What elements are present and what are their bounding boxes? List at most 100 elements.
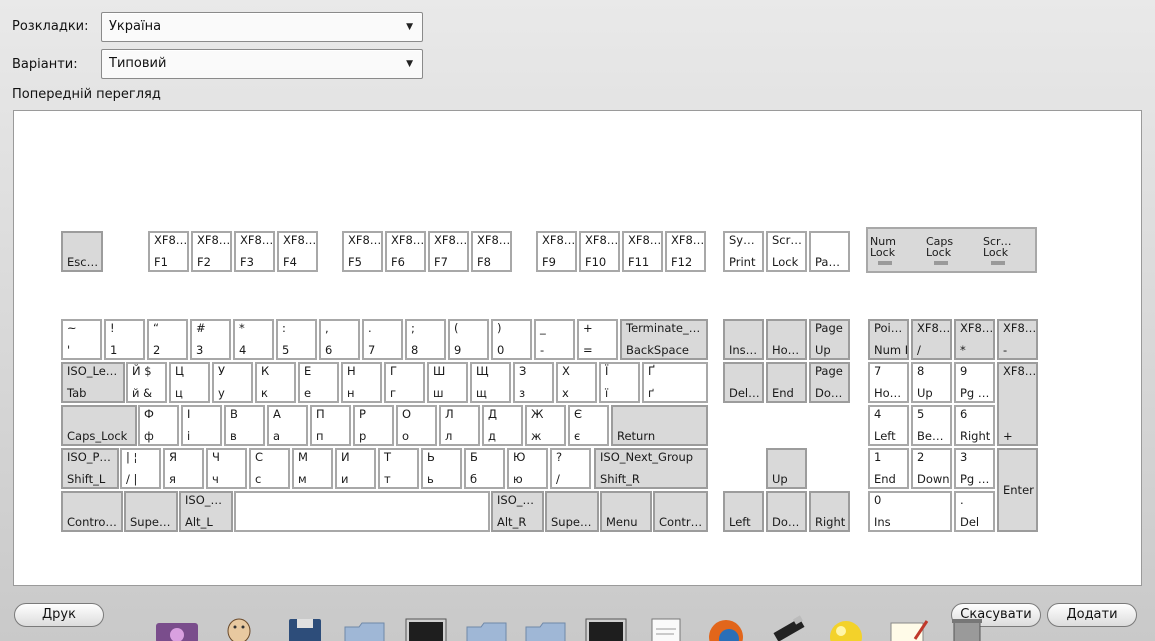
key-lower-label: Do… (815, 386, 843, 400)
terminal-icon[interactable] (583, 613, 629, 641)
screenshot-app-icon[interactable] (154, 613, 200, 641)
key-upper-label: В (230, 407, 238, 421)
key-upper-label: 7 (874, 364, 882, 378)
keyboard-key: Пп (310, 405, 351, 446)
key-lower-label: й & (132, 386, 153, 400)
keyboard-key: Enter (997, 448, 1038, 532)
key-upper-label: Х (562, 364, 570, 378)
keyboard-key: Шш (427, 362, 468, 403)
keyboard-key: Мм (292, 448, 333, 489)
key-lower-label: Contr… (659, 515, 703, 529)
keyboard-key: XF8… / (911, 319, 952, 360)
key-lower-label: Down (917, 472, 950, 486)
keyboard-key: Pa… (809, 231, 850, 272)
key-upper-label: Ж (531, 407, 544, 421)
terminal-icon[interactable] (403, 613, 449, 641)
key-upper-label: XF8… (917, 321, 951, 335)
keyboard-key: Page Up (809, 319, 850, 360)
key-upper-label: ~ (67, 321, 77, 335)
key-lower-label: х (562, 386, 569, 400)
key-lower-label: F5 (348, 255, 362, 269)
keyboard-key: #3 (190, 319, 231, 360)
keyboard-key: Дд (482, 405, 523, 446)
notepad-icon[interactable] (885, 613, 931, 641)
key-upper-label: Є (574, 407, 583, 421)
keyboard-key: ; 8 (405, 319, 446, 360)
key-lower-label: F9 (542, 255, 556, 269)
key-lower-label: я (169, 472, 176, 486)
keyboard-key: XF8… F12 (665, 231, 706, 272)
key-upper-label: _ (540, 321, 546, 335)
usb-drive-icon[interactable] (764, 613, 810, 641)
key-upper-label: С (255, 450, 264, 464)
dog-mascot-icon[interactable] (216, 613, 262, 641)
key-lower-label: ж (531, 429, 542, 443)
keyboard-key: XF8… F1 (148, 231, 189, 272)
keyboard-key: Уу (212, 362, 253, 403)
key-upper-label: 3 (960, 450, 968, 464)
keyboard-preview: Num Lock Caps Lock Scr… Lock Esc… XF8… F1 XF8…… (13, 110, 1142, 586)
key-upper-label: 4 (874, 407, 882, 421)
key-upper-label: . (960, 493, 964, 507)
key-upper-label: Scr… (772, 233, 802, 247)
key-lower-label: / | (126, 472, 138, 486)
key-lower-label: Pa… (815, 255, 840, 269)
key-upper-label: ( (454, 321, 459, 335)
keyboard-key: Ins… (723, 319, 764, 360)
key-upper-label: О (402, 407, 412, 421)
key-lower-label: м (298, 472, 307, 486)
keyboard-key: ISO_Le… Tab (61, 362, 125, 403)
key-lower-label: і (187, 429, 191, 443)
folder-icon[interactable] (342, 613, 388, 641)
firefox-icon[interactable] (703, 613, 749, 641)
key-lower-label: * (960, 343, 966, 357)
keyboard-key: Contr… (653, 491, 708, 532)
key-upper-label: Е (304, 364, 312, 378)
key-lower-label: F12 (671, 255, 693, 269)
print-button[interactable]: Друк (14, 603, 104, 627)
key-upper-label: XF8… (434, 233, 468, 247)
key-lower-label: Right (815, 515, 846, 529)
key-upper-label: Л (445, 407, 454, 421)
key-lower-label: у (218, 386, 225, 400)
key-upper-label: 6 (960, 407, 968, 421)
key-upper-label: XF8… (348, 233, 382, 247)
layouts-combo[interactable]: Україна ▼ (101, 12, 423, 42)
bulb-icon[interactable] (823, 613, 869, 641)
keyboard-key: Фф (138, 405, 179, 446)
add-button[interactable]: Додати (1047, 603, 1137, 627)
key-lower-label: Contro… (67, 515, 117, 529)
keyboard-key: Do… (766, 491, 807, 532)
keyboard-key: | ¦ / | (120, 448, 161, 489)
keyboard-key: Зз (513, 362, 554, 403)
key-lower-label: Alt_L (185, 515, 213, 529)
keyboard-key: End (766, 362, 807, 403)
key-upper-label: П (316, 407, 325, 421)
key-upper-label: Terminate_… (626, 321, 701, 335)
key-lower-label: ц (175, 386, 183, 400)
keyboard-key: ,6 (319, 319, 360, 360)
keyboard-key: Right (809, 491, 850, 532)
text-editor-icon[interactable] (644, 613, 690, 641)
trash-icon[interactable] (944, 613, 990, 641)
folder-icon[interactable] (464, 613, 510, 641)
key-upper-label: Ц (175, 364, 184, 378)
keyboard-key: 7 Ho… (868, 362, 909, 403)
keyboard-key: 5 Be… (911, 405, 952, 446)
key-upper-label: , (325, 321, 329, 335)
chevron-down-icon: ▼ (406, 22, 413, 32)
key-upper-label: ! (110, 321, 115, 335)
key-lower-label: р (359, 429, 367, 443)
keyboard-key: XF8… - (997, 319, 1038, 360)
key-lower-label: с (255, 472, 262, 486)
keyboard-key: Гг (384, 362, 425, 403)
key-lower-label: 3 (196, 343, 204, 357)
floppy-disk-icon[interactable] (283, 613, 329, 641)
variants-combo[interactable]: Типовий ▼ (101, 49, 423, 79)
key-lower-label: ґ (648, 386, 655, 400)
key-upper-label: + (583, 321, 593, 335)
key-lower-label: 0 (497, 343, 505, 357)
keyboard-key: 4 Left (868, 405, 909, 446)
layouts-value: Україна (109, 19, 162, 34)
folder-icon[interactable] (523, 613, 569, 641)
